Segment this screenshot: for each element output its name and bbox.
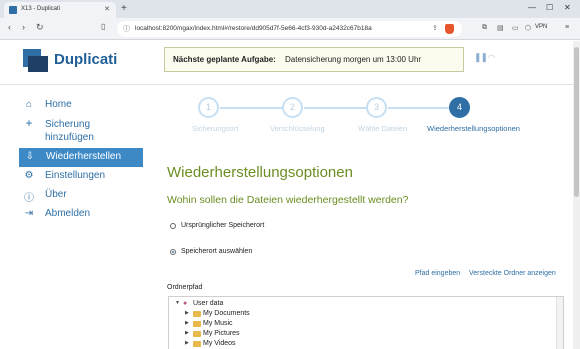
step-4-circle[interactable]: 4 [449, 97, 470, 118]
page-scrollbar[interactable] [573, 41, 580, 349]
tree-item-label: My Documents [203, 310, 250, 317]
wallet-icon[interactable]: ▭ [512, 24, 519, 32]
extensions-icon[interactable]: ⧉ [482, 24, 487, 32]
maximize-icon[interactable]: ☐ [546, 3, 553, 12]
app-header: Duplicati Nächste geplante Aufgabe: Date… [0, 41, 573, 85]
close-tab-icon[interactable]: ✕ [104, 5, 110, 13]
vpn-shield-icon[interactable]: ⬡ [525, 24, 531, 32]
folder-icon [193, 321, 201, 327]
folder-icon [193, 331, 201, 337]
close-window-icon[interactable]: ✕ [564, 3, 571, 12]
folder-path-label: Ordnerpfad [167, 284, 203, 291]
site-info-icon[interactable]: ⓘ [123, 24, 130, 34]
schedule-value: Datensicherung morgen um 13:00 Uhr [285, 55, 422, 64]
expand-arrow-icon[interactable]: ▶ [185, 340, 189, 346]
folder-icon [193, 341, 201, 347]
schedule-label: Nächste geplante Aufgabe: [173, 55, 276, 64]
sidebar-item-settings[interactable]: ⚙ Einstellungen [18, 167, 148, 186]
tab-bar: X13 - Duplicati ✕ + — ☐ ✕ [0, 0, 580, 18]
expand-arrow-icon[interactable]: ▶ [185, 310, 189, 316]
show-hidden-folders-link[interactable]: Versteckte Ordner anzeigen [469, 270, 556, 277]
folder-icon [193, 311, 201, 317]
reload-icon[interactable]: ↻ [36, 22, 44, 33]
step-connector [220, 107, 288, 109]
step-1-circle[interactable]: 1 [198, 97, 219, 118]
bookmark-icon[interactable]: ▯ [101, 22, 105, 31]
url-field[interactable]: ⓘ localhost:8200/ngax/index.html#/restor… [117, 21, 462, 37]
wizard-steps: 1 2 3 4 Sicherungsort Verschlüsselung Wä… [160, 95, 570, 140]
gear-icon: ⚙ [24, 170, 34, 181]
duplicati-logo-icon-back [28, 56, 48, 72]
sidebar-nav: ⌂ Home + Sicherung hinzufügen ⇩ Wiederhe… [18, 96, 148, 224]
tree-item-label: My Videos [203, 340, 236, 347]
step-2-circle[interactable]: 2 [282, 97, 303, 118]
step-1-label[interactable]: Sicherungsort [192, 124, 238, 133]
brave-shield-icon[interactable] [445, 24, 454, 34]
step-3-label[interactable]: Wähle Dateien [358, 124, 407, 133]
logout-icon: ⇥ [24, 208, 34, 219]
duplicati-favicon-icon [9, 6, 17, 14]
sidebar-item-logout[interactable]: ⇥ Abmelden [18, 205, 148, 224]
restore-icon: ⇩ [25, 151, 35, 162]
page-title: Wiederherstellungsoptionen [167, 164, 353, 181]
sidebar-toggle-icon[interactable]: ▤ [497, 24, 504, 32]
throttle-icon[interactable]: ◠ [488, 53, 495, 62]
expand-arrow-icon[interactable]: ▶ [185, 320, 189, 326]
step-connector [304, 107, 372, 109]
sidebar-item-label: Sicherung hinzufügen [45, 119, 94, 143]
url-text: localhost:8200/ngax/index.html#/restore/… [135, 25, 372, 32]
step-3-circle[interactable]: 3 [366, 97, 387, 118]
tab-title: X13 - Duplicati [21, 6, 61, 12]
radio-label: Ursprünglicher Speicherort [181, 222, 265, 229]
pause-icon[interactable]: ❚❚ [474, 52, 488, 63]
sidebar-item-label: Abmelden [45, 208, 91, 219]
step-connector [388, 107, 456, 109]
sidebar-item-about[interactable]: ⓘ Über [18, 186, 148, 205]
radio-label: Speicherort auswählen [181, 248, 253, 255]
info-icon: ⓘ [24, 193, 34, 204]
tree-item-label: User data [193, 300, 224, 307]
sidebar-item-label: Einstellungen [45, 170, 106, 181]
browser-window: X13 - Duplicati ✕ + — ☐ ✕ ‹ › ↻ ▯ ⓘ loca… [0, 0, 580, 349]
radio-circle[interactable] [170, 223, 176, 229]
step-2-label[interactable]: Verschlüsselung [270, 124, 325, 133]
sidebar-item-home[interactable]: ⌂ Home [18, 96, 148, 115]
address-bar-row: ‹ › ↻ ▯ ⓘ localhost:8200/ngax/index.html… [0, 18, 580, 40]
enter-path-link[interactable]: Pfad eingeben [415, 270, 460, 277]
radio-circle-selected[interactable] [170, 249, 176, 255]
minimize-icon[interactable]: — [528, 3, 536, 12]
user-folder-icon: ● [183, 300, 188, 307]
sidebar-item-restore[interactable]: ⇩ Wiederherstellen [19, 148, 143, 167]
share-icon[interactable]: ⇪ [432, 24, 438, 32]
scrollbar-thumb[interactable] [574, 47, 579, 197]
menu-icon[interactable]: ≡ [565, 24, 569, 31]
back-icon[interactable]: ‹ [8, 22, 11, 32]
sidebar-item-add-backup[interactable]: + Sicherung hinzufügen [18, 115, 148, 148]
forward-icon[interactable]: › [22, 22, 25, 32]
app-logo-text[interactable]: Duplicati [54, 51, 117, 68]
tree-item-label: My Pictures [203, 330, 240, 337]
sidebar-item-label: Über [45, 189, 67, 200]
expand-arrow-icon[interactable]: ▶ [185, 330, 189, 336]
restore-location-question: Wohin sollen die Dateien wiederhergestel… [167, 194, 409, 206]
sidebar-item-label: Home [45, 99, 72, 110]
folder-tree[interactable]: ▼ ● User data ▶ My Documents ▶ My Music … [168, 296, 564, 349]
step-4-label[interactable]: Wiederherstellungsoptionen [427, 124, 520, 133]
vpn-label[interactable]: VPN [535, 24, 547, 30]
tree-item-label: My Music [203, 320, 233, 327]
collapse-arrow-icon[interactable]: ▼ [175, 300, 180, 306]
browser-tab[interactable]: X13 - Duplicati ✕ [4, 2, 116, 18]
tree-scrollbar[interactable] [556, 297, 563, 349]
sidebar-item-label: Wiederherstellen [46, 151, 122, 162]
home-icon: ⌂ [25, 99, 33, 110]
new-tab-button[interactable]: + [121, 3, 127, 14]
plus-icon: + [25, 116, 33, 130]
next-scheduled-task-box: Nächste geplante Aufgabe: Datensicherung… [164, 47, 464, 72]
